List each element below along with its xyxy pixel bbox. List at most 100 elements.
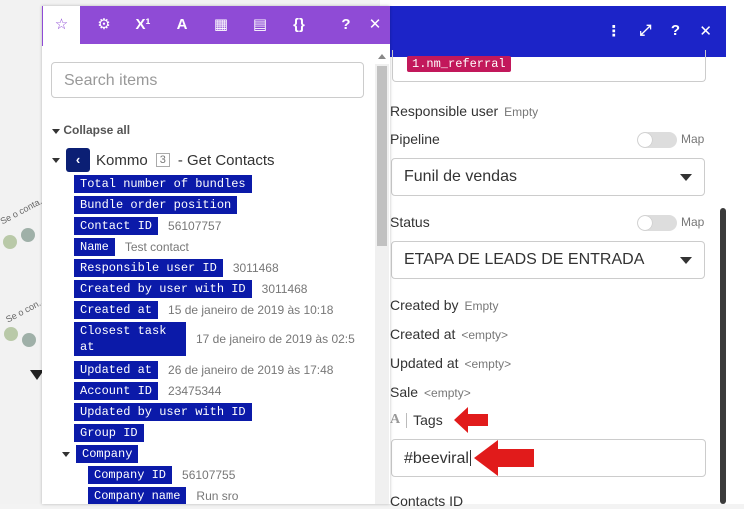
item-pill[interactable]: Contact ID (74, 217, 159, 235)
item-pill[interactable]: Account ID (74, 382, 159, 400)
item-pill[interactable]: Responsible user ID (74, 259, 223, 277)
responsible-user-field: Responsible user Empty (390, 103, 538, 119)
list-item[interactable]: Company ID 56107755 (88, 466, 235, 484)
caret-down-icon (52, 157, 60, 163)
mapped-value-pill[interactable]: 1.nm_referral (407, 56, 511, 72)
tags-label: Tags (413, 412, 443, 428)
text-type-icon: A (390, 412, 401, 427)
text-cursor (469, 450, 471, 466)
text-format-icon[interactable]: A (163, 6, 201, 44)
list-item[interactable]: Created at 15 de janeiro de 2019 às 10:1… (74, 301, 333, 319)
item-value: 56107755 (182, 468, 236, 482)
field-value: <empty> (464, 357, 512, 371)
list-item[interactable]: Updated by user with ID (74, 403, 252, 421)
braces-icon[interactable]: {} (280, 6, 318, 44)
collapse-all-toggle[interactable]: Collapse all (52, 123, 130, 137)
status-selected-value: ETAPA DE LEADS DE ENTRADA (404, 251, 645, 268)
pipeline-map-toggle[interactable] (637, 132, 677, 148)
field-label: Created at (390, 326, 456, 342)
field-value: Empty (504, 105, 539, 119)
tags-field-label-row: A Tags (390, 412, 443, 428)
list-item[interactable]: Company (62, 445, 139, 463)
annotation-arrow-icon (474, 440, 534, 476)
field-label: Responsible user (390, 103, 499, 119)
list-item[interactable]: Updated at 26 de janeiro de 2019 às 17:4… (74, 361, 333, 379)
route-label: Se o conta... (0, 193, 48, 227)
caret-down-icon (62, 451, 70, 457)
item-pill[interactable]: Closest task at (74, 322, 186, 356)
field-label: Created by (390, 297, 459, 313)
item-value: 23475344 (168, 384, 222, 398)
expand-icon[interactable]: ⤢ (639, 22, 651, 40)
item-pill[interactable]: Company ID (88, 466, 173, 484)
status-map-toggle[interactable] (637, 215, 677, 231)
scrollbar-thumb[interactable] (377, 66, 387, 246)
panel-scrollbar[interactable] (720, 208, 726, 504)
item-pill[interactable]: Total number of bundles (74, 175, 252, 193)
pipeline-select[interactable]: Funil de vendas (391, 158, 705, 196)
mapping-panel-body: Search items Collapse all ‹ Kommo 3 - Ge… (42, 46, 390, 504)
superscript-icon[interactable]: X¹ (124, 6, 162, 44)
list-item[interactable]: Company name Run sro (88, 487, 238, 504)
field-label: Sale (390, 384, 419, 400)
list-item[interactable]: Group ID (74, 424, 144, 442)
contacts-id-label: Contacts ID (390, 493, 464, 509)
field-value: Empty (464, 299, 499, 313)
table-icon[interactable]: ▤ (241, 6, 279, 44)
list-item[interactable]: Total number of bundles (74, 175, 252, 193)
pipeline-label: Pipeline (390, 131, 440, 147)
status-select[interactable]: ETAPA DE LEADS DE ENTRADA (391, 241, 705, 279)
kommo-logo-icon: ‹ (66, 148, 90, 172)
calendar-icon[interactable]: ▦ (202, 6, 240, 44)
field-value: <empty> (461, 328, 509, 342)
item-value: 3011468 (232, 261, 279, 275)
module-tree-node[interactable]: ‹ Kommo 3 - Get Contacts (52, 148, 275, 172)
item-pill[interactable]: Updated at (74, 361, 159, 379)
item-value: 26 de janeiro de 2019 às 17:48 (168, 363, 334, 377)
list-item[interactable]: Responsible user ID 3011468 (74, 259, 279, 277)
item-pill[interactable]: Group ID (74, 424, 144, 442)
close-icon[interactable]: ✕ (356, 6, 394, 44)
created-by-field: Created by Empty (390, 297, 499, 313)
previous-mapped-field[interactable]: 1.nm_referral (392, 50, 706, 82)
item-pill[interactable]: Company name (88, 487, 187, 504)
scroll-up-icon[interactable] (378, 54, 386, 59)
item-pill[interactable]: Created at (74, 301, 159, 319)
item-value: Test contact (124, 240, 189, 254)
item-value: 56107757 (168, 219, 222, 233)
item-value: 15 de janeiro de 2019 às 10:18 (168, 303, 334, 317)
item-pill[interactable]: Updated by user with ID (74, 403, 252, 421)
divider (406, 412, 408, 428)
chevron-down-icon (680, 174, 692, 181)
gear-icon[interactable]: ⚙ (85, 6, 123, 44)
star-icon[interactable]: ☆ (42, 6, 80, 46)
item-pill[interactable]: Bundle order position (74, 196, 238, 214)
chevron-down-icon (680, 257, 692, 264)
pipeline-selected-value: Funil de vendas (404, 168, 517, 185)
help-icon[interactable]: ? (669, 22, 681, 40)
route-label: Se o con... (4, 295, 47, 325)
module-name: Kommo (96, 151, 148, 169)
tags-input[interactable]: #beeviral (391, 439, 706, 477)
module-settings-panel: ⋮ ⤢ ? ✕ 1.nm_referral Responsible user Em… (380, 0, 744, 509)
item-pill[interactable]: Company (76, 445, 139, 463)
mapping-panel: ☆ ⚙ X¹ A ▦ ▤ {} ? ✕ Search items Collaps… (42, 6, 390, 504)
annotation-arrow-icon (454, 407, 488, 433)
search-input[interactable]: Search items (51, 62, 364, 98)
list-item[interactable]: Closest task at 17 de janeiro de 2019 às… (74, 322, 355, 356)
list-item[interactable]: Contact ID 56107757 (74, 217, 221, 235)
close-icon[interactable]: ✕ (699, 22, 712, 40)
list-item[interactable]: Bundle order position (74, 196, 238, 214)
connector-dot (22, 333, 36, 347)
connector-dot (21, 228, 35, 242)
field-value: <empty> (424, 386, 471, 400)
item-pill[interactable]: Created by user with ID (74, 280, 252, 298)
list-item[interactable]: Account ID 23475344 (74, 382, 221, 400)
item-value: 3011468 (261, 282, 308, 296)
list-item[interactable]: Created by user with ID 3011468 (74, 280, 307, 298)
more-options-icon[interactable]: ⋮ (606, 22, 621, 40)
item-pill[interactable]: Name (74, 238, 115, 256)
mapping-scrollbar[interactable] (375, 54, 389, 504)
map-label: Map (681, 132, 705, 146)
list-item[interactable]: Name Test contact (74, 238, 189, 256)
